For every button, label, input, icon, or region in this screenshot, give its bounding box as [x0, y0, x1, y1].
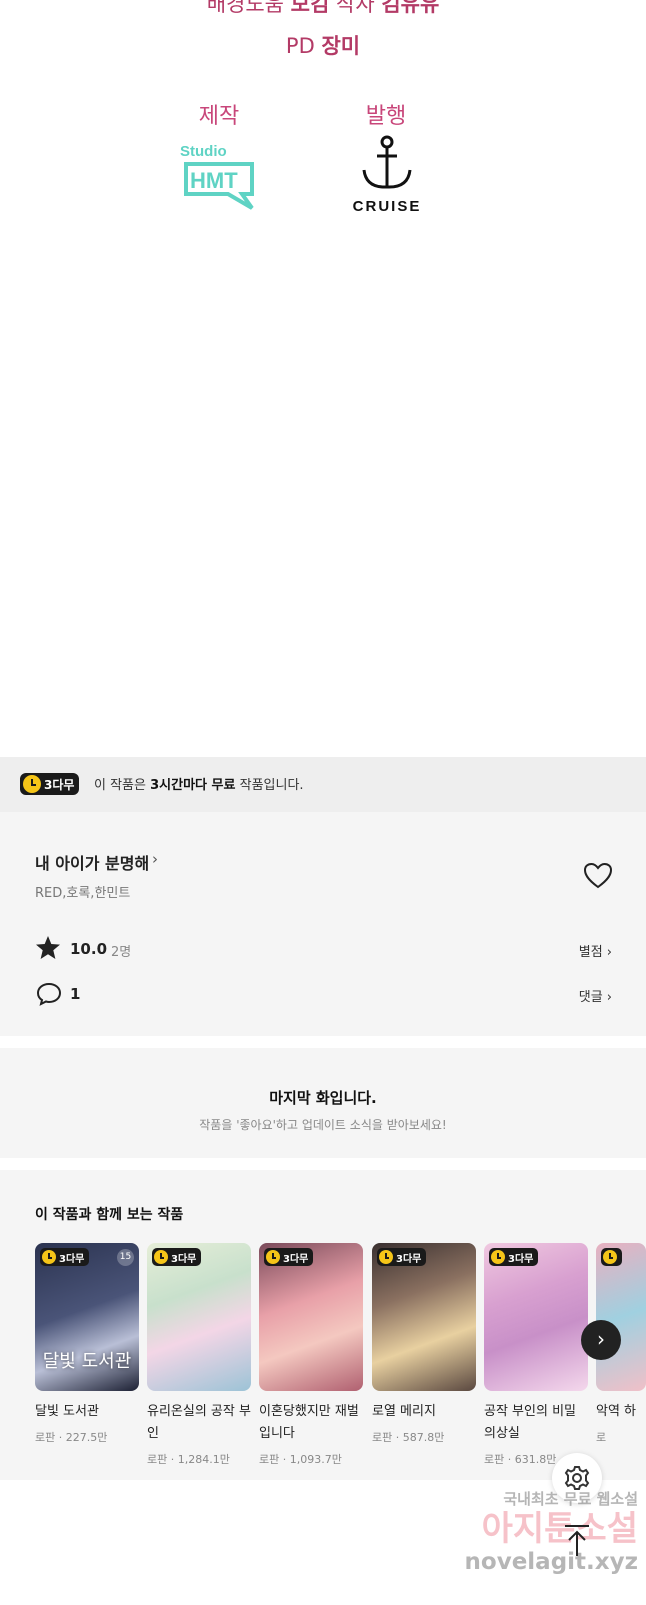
scroll-top-button[interactable] [555, 1518, 599, 1562]
rec-item[interactable]: 3다무 공작 부인의 비밀 의상실 로판 · 631.8만 [484, 1243, 588, 1467]
work-info: 내 아이가 분명해 › RED,호록,한민트 10.0 2명 별점 › 1 댓글… [0, 812, 646, 1036]
star-icon [35, 935, 61, 961]
credit-role-pd: PD [285, 34, 315, 58]
wait-free-badge [601, 1248, 622, 1266]
work-authors: RED,호록,한민트 [35, 886, 131, 901]
last-episode-subtitle: 작품을 '좋아요'하고 업데이트 소식을 받아보세요! [199, 1118, 447, 1132]
rec-meta: 로판 · 587.8만 [372, 1431, 445, 1444]
credit-name-pd: 장미 [321, 34, 361, 58]
comment-icon [36, 982, 62, 1006]
rec-title: 달빛 도서관 [35, 1404, 99, 1419]
wait-free-badge: 3다무 [20, 773, 80, 795]
recommendations-title: 이 작품과 함께 보는 작품 [35, 1207, 184, 1223]
free-banner-text-post: 작품입니다. [239, 778, 304, 793]
cruise-logo-text: CRUISE [352, 198, 422, 215]
thumbnail-title-art: 달빛 도서관 [42, 1351, 132, 1372]
chevron-right-icon: › [606, 945, 612, 960]
rec-meta: 로 [596, 1431, 607, 1444]
age-rating-badge: 15 [117, 1249, 134, 1266]
rec-thumbnail[interactable]: 3다무 [259, 1243, 363, 1391]
site-watermark: 국내최초 무료 웹소설 아지툰소설 novelagit.xyz [438, 1488, 638, 1575]
clock-icon [23, 775, 41, 793]
free-banner-text: 이 작품은 3시간마다 무료 작품입니다. [94, 774, 304, 793]
rec-thumbnail[interactable]: 3다무 [484, 1243, 588, 1391]
wait-free-badge-label: 3다무 [171, 1253, 197, 1265]
rec-thumbnail[interactable]: 3다무 15 달빛 도서관 [35, 1243, 139, 1391]
clock-icon [603, 1250, 617, 1264]
chevron-right-icon: › [606, 990, 612, 1005]
credit-name-bg: 보킴 [290, 0, 330, 16]
wait-free-badge-label: 3다무 [44, 777, 75, 792]
rec-title: 이혼당했지만 재벌입니다 [259, 1404, 359, 1441]
wait-free-badge-label: 3다무 [508, 1253, 534, 1265]
hmt-logo-text: HMT [190, 168, 238, 193]
watermark-tagline: 국내최초 무료 웹소설 [503, 1490, 638, 1508]
clock-icon [379, 1250, 393, 1264]
studio-logo-text: Studio [180, 143, 227, 160]
clock-icon [42, 1250, 56, 1264]
chevron-right-icon: › [597, 1327, 605, 1351]
rec-title: 공작 부인의 비밀 의상실 [484, 1404, 576, 1441]
rate-link-label: 별점 [578, 945, 603, 960]
watermark-url: novelagit.xyz [464, 1549, 638, 1575]
credit-name-author: 김유유 [381, 0, 440, 16]
rec-thumbnail[interactable] [596, 1243, 646, 1391]
credit-production: 제작 [139, 98, 299, 130]
credit-role-author: 작자 [336, 0, 375, 16]
comment-link-label: 댓글 [578, 990, 603, 1005]
credit-publisher: 발행 [306, 98, 466, 130]
free-banner-text-bold: 3시간마다 무료 [150, 778, 236, 793]
clock-icon [154, 1250, 168, 1264]
wait-free-badge-label: 3다무 [396, 1253, 422, 1265]
rating-count: 2명 [111, 945, 132, 960]
rec-meta: 로판 · 1,284.1만 [147, 1453, 230, 1466]
arrow-up-icon [565, 1525, 589, 1556]
free-banner-text-pre: 이 작품은 [94, 778, 146, 793]
rec-meta: 로판 · 227.5만 [35, 1431, 108, 1444]
wait-free-badge-label: 3다무 [59, 1253, 85, 1265]
rating-value: 10.0 [70, 940, 108, 958]
rec-meta: 로판 · 1,093.7만 [259, 1453, 342, 1466]
credits-line-2: PD 장미 [0, 30, 646, 60]
credits-line-1: 배경도움 보킴 작자 김유유 [0, 0, 646, 18]
credit-role-bg: 배경도움 [206, 0, 284, 16]
studio-hmt-logo: Studio HMT [180, 136, 260, 212]
wait-free-badge: 3다무 [377, 1248, 427, 1266]
last-episode-notice: 마지막 화입니다. 작품을 '좋아요'하고 업데이트 소식을 받아보세요! [0, 1036, 646, 1158]
clock-icon [266, 1250, 280, 1264]
clock-icon [491, 1250, 505, 1264]
chevron-right-icon[interactable]: › [152, 850, 158, 868]
wait-free-badge-label: 3다무 [283, 1253, 309, 1265]
work-title-link[interactable]: 내 아이가 분명해 [35, 850, 149, 874]
anchor-icon [362, 135, 412, 189]
recommendations: 이 작품과 함께 보는 작품 3다무 15 달빛 도서관 달빛 도서관 로판 ·… [0, 1158, 646, 1480]
watermark-brand: 아지툰소설 [481, 1509, 638, 1549]
carousel-next-button[interactable]: › [581, 1320, 621, 1360]
rec-item[interactable]: 3다무 이혼당했지만 재벌입니다 로판 · 1,093.7만 [259, 1243, 363, 1467]
heart-icon[interactable] [583, 862, 613, 890]
free-banner: 3다무 이 작품은 3시간마다 무료 작품입니다. [0, 757, 646, 812]
wait-free-badge: 3다무 [152, 1248, 202, 1266]
cruise-logo: CRUISE [352, 134, 422, 216]
rec-item[interactable]: 3다무 유리온실의 공작 부인 로판 · 1,284.1만 [147, 1243, 251, 1467]
wait-free-badge: 3다무 [264, 1248, 314, 1266]
rec-title: 악역 하 [596, 1404, 637, 1419]
production-label: 제작 [198, 104, 240, 129]
rate-link[interactable]: 별점 › [579, 941, 612, 960]
rec-thumbnail[interactable]: 3다무 [372, 1243, 476, 1391]
comment-link[interactable]: 댓글 › [579, 986, 612, 1005]
rec-item[interactable]: 3다무 로열 메리지 로판 · 587.8만 [372, 1243, 476, 1445]
rec-title: 로열 메리지 [372, 1404, 436, 1419]
rec-title: 유리온실의 공작 부인 [147, 1404, 251, 1441]
rec-item[interactable]: 3다무 15 달빛 도서관 달빛 도서관 로판 · 227.5만 [35, 1243, 139, 1445]
wait-free-badge: 3다무 [40, 1248, 90, 1266]
rec-thumbnail[interactable]: 3다무 [147, 1243, 251, 1391]
wait-free-badge: 3다무 [489, 1248, 539, 1266]
last-episode-title: 마지막 화입니다. [269, 1089, 377, 1107]
publisher-label: 발행 [365, 104, 407, 129]
comment-count: 1 [70, 985, 81, 1003]
